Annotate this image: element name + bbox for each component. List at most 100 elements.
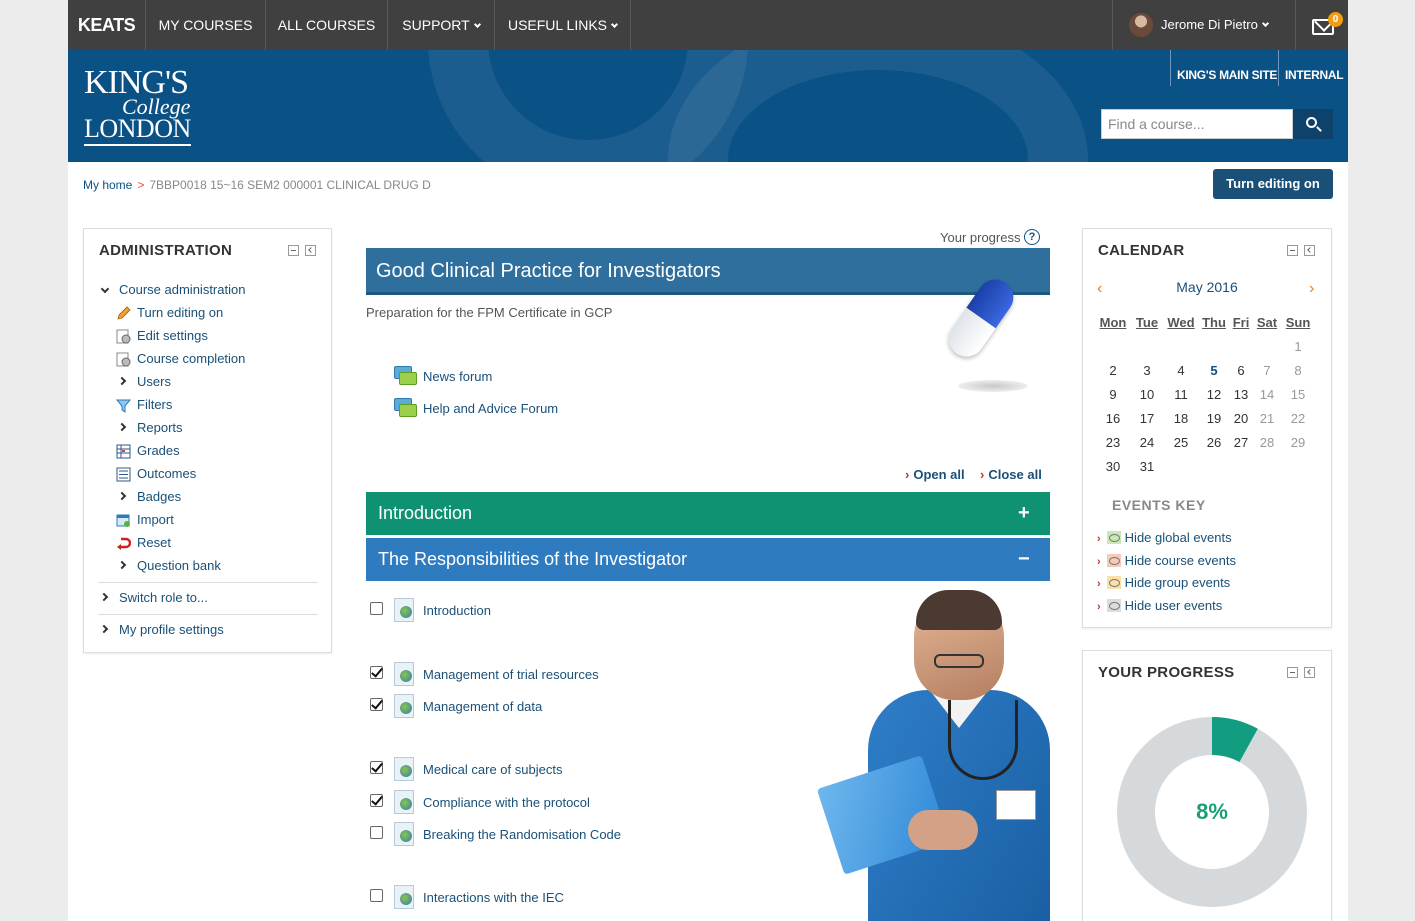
calendar-day[interactable]: 9 — [1099, 387, 1127, 402]
collapse-icon[interactable]: − — [1018, 548, 1030, 571]
section-introduction[interactable]: Introduction + — [366, 492, 1050, 535]
dock-icon[interactable] — [1304, 667, 1315, 678]
calendar-day[interactable]: 11 — [1167, 387, 1195, 402]
calendar-day[interactable]: 27 — [1227, 435, 1255, 450]
calendar-day[interactable]: 25 — [1167, 435, 1195, 450]
calendar-day[interactable]: 17 — [1133, 411, 1161, 426]
nav-support[interactable]: SUPPORT — [388, 0, 495, 50]
admin-question-bank[interactable]: Question bank — [137, 558, 221, 573]
admin-badges[interactable]: Badges — [137, 489, 181, 504]
completion-checkbox[interactable] — [370, 794, 383, 807]
close-all-link[interactable]: › Close all — [980, 467, 1042, 482]
calendar-month[interactable]: May 2016 — [1083, 279, 1331, 295]
messages-button[interactable]: 0 — [1296, 0, 1348, 50]
admin-outcomes[interactable]: Outcomes — [137, 466, 196, 481]
next-month-button[interactable]: › — [1309, 280, 1314, 298]
calendar-day[interactable]: 2 — [1099, 363, 1127, 378]
calendar-day[interactable]: 18 — [1167, 411, 1195, 426]
calendar-day[interactable]: 7 — [1253, 363, 1281, 378]
calendar-day[interactable]: 19 — [1200, 411, 1228, 426]
calendar-day[interactable]: 21 — [1253, 411, 1281, 426]
message-count-badge: 0 — [1328, 12, 1343, 27]
hide-group-events-link[interactable]: › Hide group events — [1097, 575, 1230, 590]
completion-checkbox[interactable] — [370, 889, 383, 902]
calendar-day[interactable]: 5 — [1200, 363, 1228, 378]
course-search-input[interactable]: Find a course... — [1101, 109, 1293, 139]
nav-useful-links[interactable]: USEFUL LINKS — [495, 0, 631, 50]
nav-my-courses[interactable]: MY COURSES — [146, 0, 266, 50]
calendar-day[interactable]: 10 — [1133, 387, 1161, 402]
news-forum-label: News forum — [423, 369, 493, 384]
minimize-icon[interactable] — [1287, 667, 1298, 678]
calendar-day[interactable]: 23 — [1099, 435, 1127, 450]
calendar-day[interactable]: 12 — [1200, 387, 1228, 402]
kings-college-logo[interactable]: KING'S College LONDON — [84, 66, 191, 146]
admin-switch-role[interactable]: Switch role to... — [119, 590, 208, 605]
hide-course-events-link[interactable]: › Hide course events — [1097, 553, 1236, 568]
internal-link[interactable]: INTERNAL — [1278, 50, 1348, 86]
calendar-day[interactable]: 14 — [1253, 387, 1281, 402]
admin-grades[interactable]: Grades — [137, 443, 180, 458]
calendar-day[interactable]: 6 — [1227, 363, 1255, 378]
completion-checkbox[interactable] — [370, 761, 383, 774]
admin-filters[interactable]: Filters — [137, 397, 172, 412]
dock-icon[interactable] — [1304, 245, 1315, 256]
admin-course-administration[interactable]: Course administration — [119, 282, 245, 297]
calendar-day[interactable]: 15 — [1284, 387, 1312, 402]
turn-editing-on-button[interactable]: Turn editing on — [1213, 169, 1333, 199]
completion-checkbox[interactable] — [370, 826, 383, 839]
user-menu[interactable]: Jerome Di Pietro — [1112, 0, 1296, 50]
calendar-day[interactable]: 28 — [1253, 435, 1281, 450]
kings-main-site-link[interactable]: KING'S MAIN SITE — [1170, 50, 1278, 86]
breadcrumb: My home >7BBP0018 15~16 SEM2 000001 CLINI… — [83, 178, 431, 192]
dock-icon[interactable] — [305, 245, 316, 256]
calendar-day[interactable]: 3 — [1133, 363, 1161, 378]
activity-label[interactable]: Medical care of subjects — [423, 762, 562, 777]
calendar-day[interactable]: 1 — [1284, 339, 1312, 354]
calendar-day[interactable]: 26 — [1200, 435, 1228, 450]
activity-label[interactable]: Management of trial resources — [423, 667, 599, 682]
admin-reset[interactable]: Reset — [137, 535, 171, 550]
activity-label[interactable]: Management of data — [423, 699, 542, 714]
help-icon[interactable]: ? — [1024, 229, 1040, 245]
breadcrumb-home[interactable]: My home — [83, 178, 132, 192]
admin-import[interactable]: Import — [137, 512, 174, 527]
admin-profile-settings[interactable]: My profile settings — [119, 622, 224, 637]
your-progress-title: YOUR PROGRESS — [1098, 664, 1235, 681]
help-forum-label: Help and Advice Forum — [423, 401, 559, 416]
completion-checkbox[interactable] — [370, 602, 383, 615]
completion-checkbox[interactable] — [370, 698, 383, 711]
completion-checkbox[interactable] — [370, 666, 383, 679]
minimize-icon[interactable] — [1287, 245, 1298, 256]
open-all-link[interactable]: › Open all — [905, 467, 965, 482]
calendar-day[interactable]: 13 — [1227, 387, 1255, 402]
calendar-day[interactable]: 20 — [1227, 411, 1255, 426]
expand-icon[interactable]: + — [1018, 502, 1030, 525]
search-button[interactable] — [1293, 109, 1333, 139]
activity-label[interactable]: Breaking the Randomisation Code — [423, 827, 621, 842]
calendar-day[interactable]: 31 — [1133, 459, 1161, 474]
brand-link[interactable]: KEATS — [68, 0, 146, 50]
admin-edit-settings[interactable]: Edit settings — [137, 328, 208, 343]
calendar-day[interactable]: 4 — [1167, 363, 1195, 378]
calendar-day[interactable]: 24 — [1133, 435, 1161, 450]
section-responsibilities[interactable]: The Responsibilities of the Investigator… — [366, 538, 1050, 581]
calendar-day[interactable]: 16 — [1099, 411, 1127, 426]
activity-label[interactable]: Compliance with the protocol — [423, 795, 590, 810]
admin-turn-editing-on[interactable]: Turn editing on — [137, 305, 223, 320]
admin-users[interactable]: Users — [137, 374, 171, 389]
calendar-day[interactable]: 22 — [1284, 411, 1312, 426]
hide-user-events-link[interactable]: › Hide user events — [1097, 598, 1222, 613]
admin-course-completion[interactable]: Course completion — [137, 351, 245, 366]
activity-label[interactable]: Introduction — [423, 603, 491, 618]
breadcrumb-current[interactable]: 7BBP0018 15~16 SEM2 000001 CLINICAL DRUG… — [149, 178, 430, 192]
admin-reports[interactable]: Reports — [137, 420, 183, 435]
activity-label[interactable]: Interactions with the IEC — [423, 890, 564, 905]
minimize-icon[interactable] — [288, 245, 299, 256]
hide-global-events-link[interactable]: › Hide global events — [1097, 530, 1232, 545]
calendar-day[interactable]: 30 — [1099, 459, 1127, 474]
nav-all-courses[interactable]: ALL COURSES — [266, 0, 388, 50]
calendar-day[interactable]: 29 — [1284, 435, 1312, 450]
calendar-day[interactable]: 8 — [1284, 363, 1312, 378]
page-icon — [394, 885, 414, 909]
